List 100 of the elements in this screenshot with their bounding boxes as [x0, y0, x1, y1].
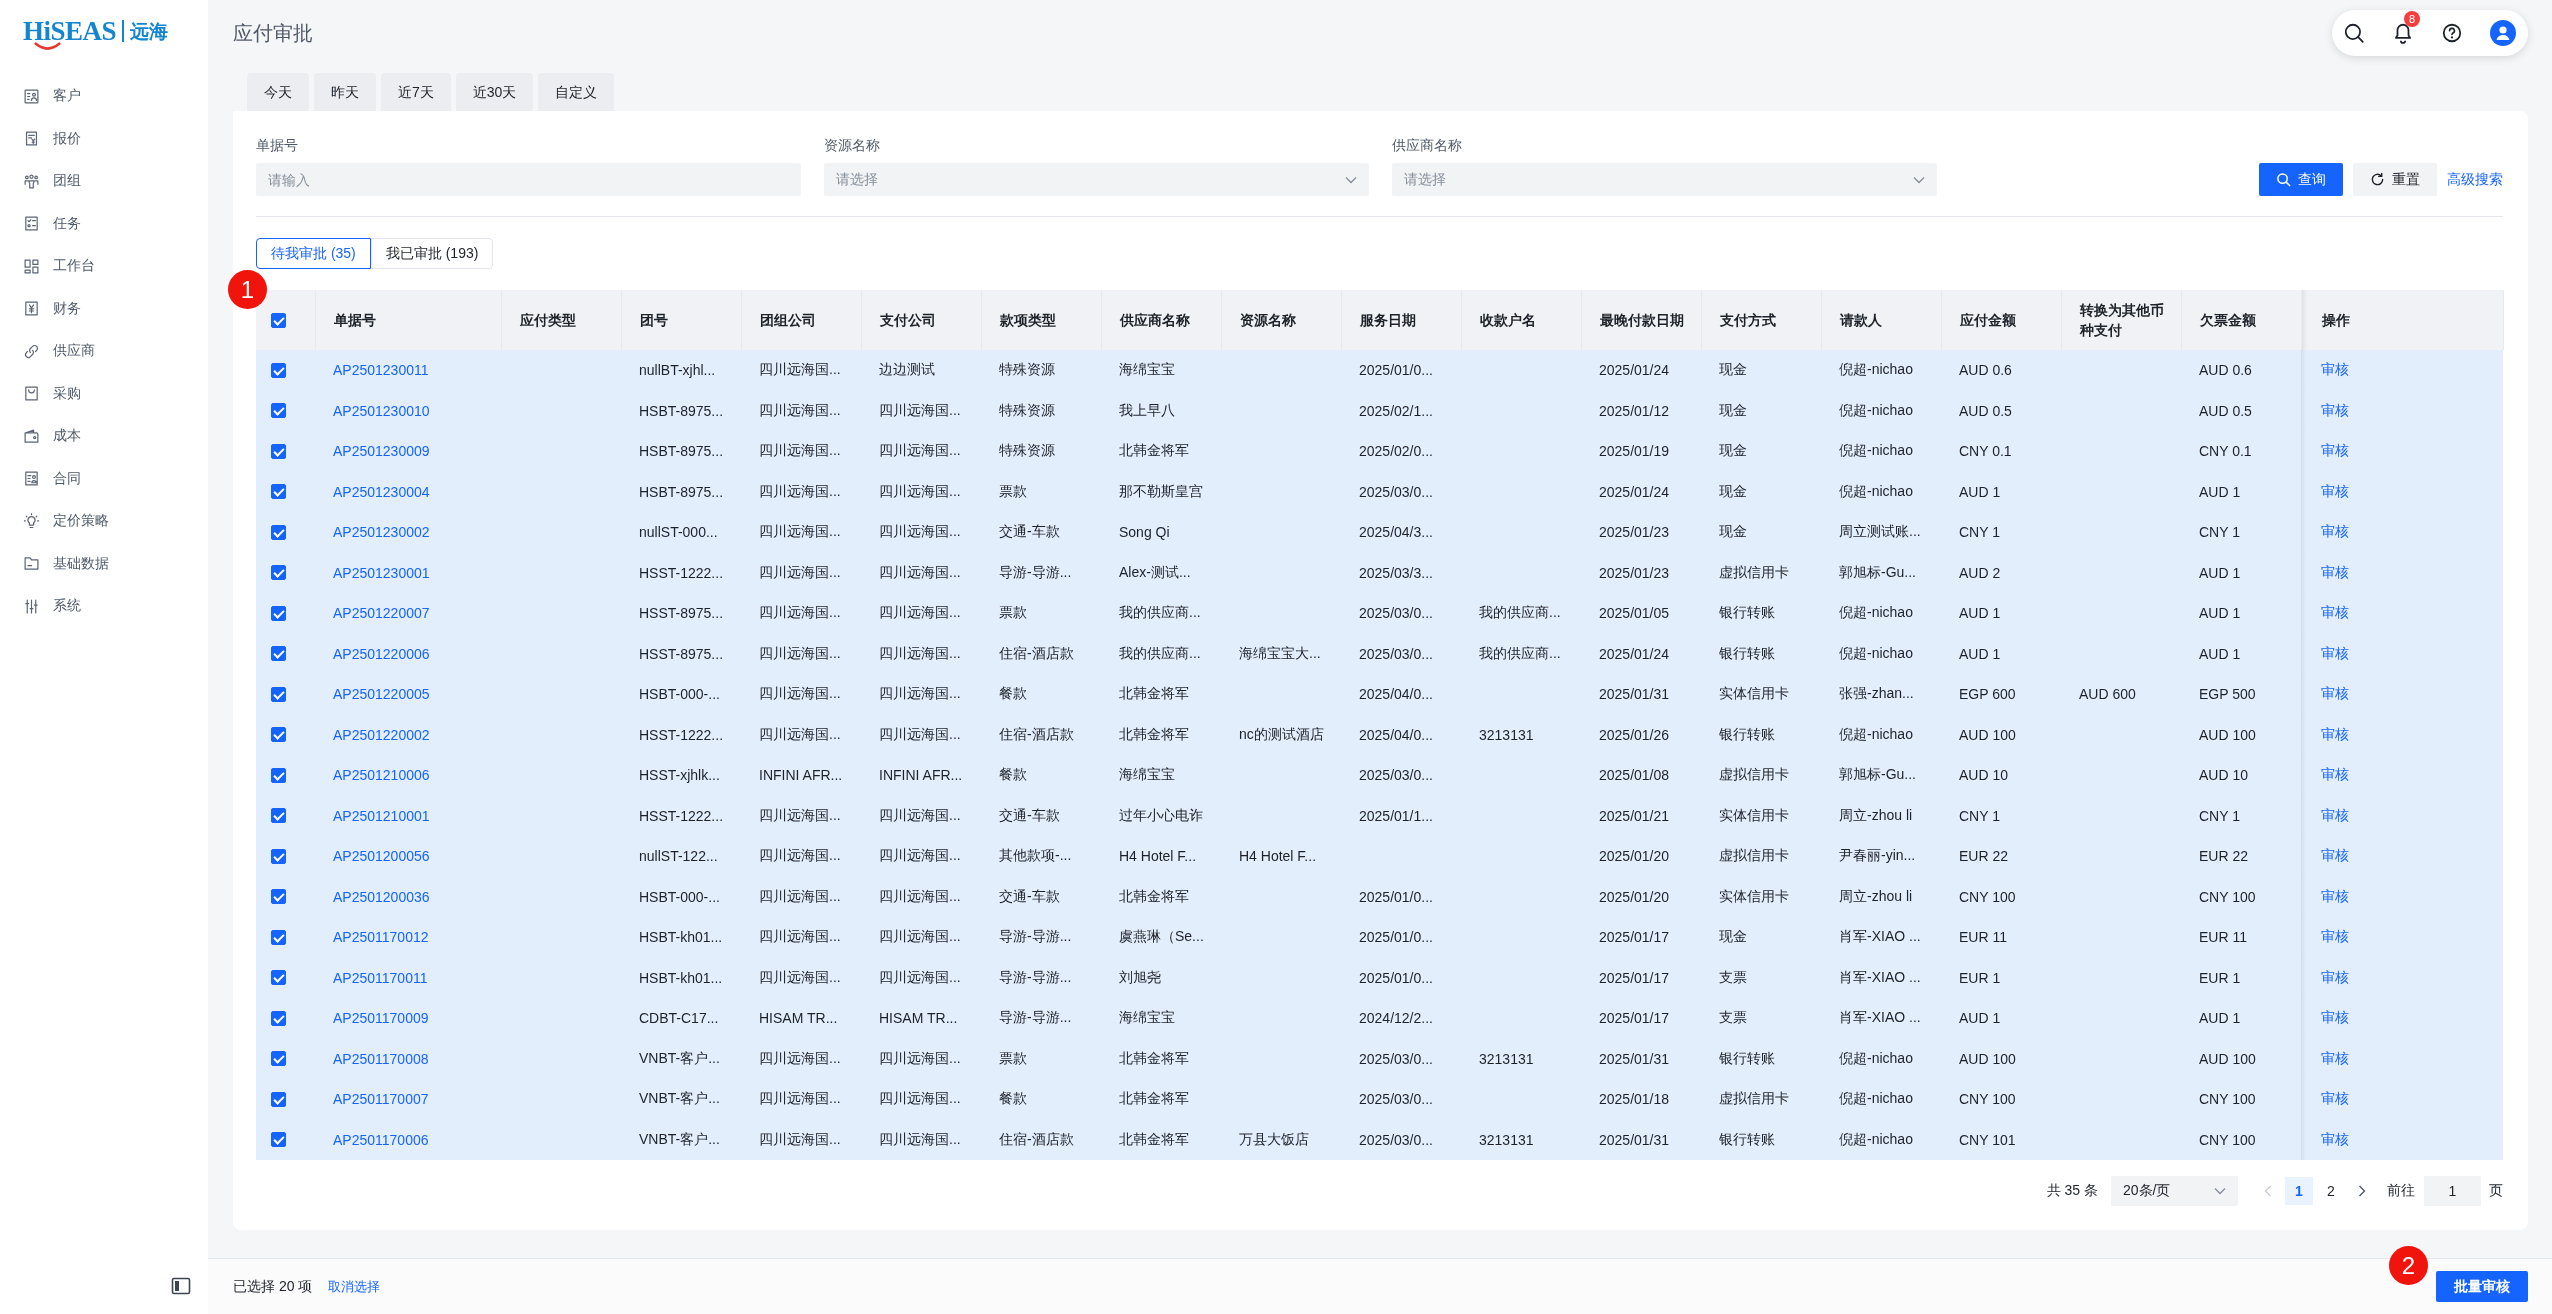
search-icon[interactable] [2343, 22, 2365, 44]
select-field[interactable]: 请选择 [1392, 163, 1937, 196]
sidebar-toggle-icon[interactable] [171, 1276, 191, 1296]
table-row[interactable]: AP2501170007 VNBT-客户... 四川远海国... 四川远海国... 餐款 北韩金将军 2025/03/0... 2025/01/18 虚拟信用卡 倪超-nichao CNY 100 CNY 100 审核 [256, 1079, 2503, 1120]
row-checkbox[interactable] [271, 889, 286, 905]
review-link[interactable]: 审核 [2321, 604, 2349, 621]
document-number-link[interactable]: AP2501170006 [333, 1131, 429, 1148]
row-checkbox[interactable] [271, 848, 286, 864]
table-row[interactable]: AP2501200056 nullST-122... 四川远海国... 四川远海国... 其他款项-... H4 Hotel F... H4 Hotel F... 2025/01/20 虚拟信用卡 尹春丽-yin... EUR 22 EUR 22 审核 [256, 836, 2503, 877]
chevron-right-icon[interactable] [2358, 1185, 2366, 1197]
document-number-link[interactable]: AP2501210001 [333, 807, 430, 824]
document-number-link[interactable]: AP2501220006 [333, 645, 430, 662]
table-row[interactable]: AP2501170006 VNBT-客户... 四川远海国... 四川远海国... 住宿-酒店款 北韩金将军 万县大饭店 2025/03/0... 3213131 2025/01/31 银行转账 倪超-nichao CNY 101 CNY 100 审核 [256, 1119, 2503, 1160]
page-number-input[interactable]: 1 [2424, 1176, 2481, 1206]
row-checkbox[interactable] [271, 808, 286, 824]
page-button[interactable]: 2 [2317, 1177, 2345, 1205]
row-checkbox[interactable] [271, 646, 286, 662]
document-number-link[interactable]: AP2501210006 [333, 767, 430, 784]
table-row[interactable]: AP2501210001 HSST-1222... 四川远海国... 四川远海国... 交通-车款 过年小心电诈 2025/01/1... 2025/01/21 实体信用卡 周立-zhou li CNY 1 CNY 1 审核 [256, 795, 2503, 836]
row-checkbox[interactable] [271, 1132, 286, 1148]
document-number-link[interactable]: AP2501230011 [333, 362, 429, 379]
document-number-link[interactable]: AP2501230002 [333, 524, 430, 541]
review-link[interactable]: 审核 [2321, 523, 2349, 540]
table-row[interactable]: AP2501170012 HSBT-kh01... 四川远海国... 四川远海国... 导游-导游... 虞燕琳（Se... 2025/01/0... 2025/01/17 现金 肖军-XIAO ... EUR 11 EUR 11 审核 [256, 917, 2503, 958]
document-number-link[interactable]: AP2501230001 [333, 564, 430, 581]
nav-item[interactable]: 合同 [0, 457, 208, 500]
nav-item[interactable]: 系统 [0, 585, 208, 628]
review-link[interactable]: 审核 [2321, 1009, 2349, 1026]
table-row[interactable]: AP2501230011 nullBT-xjhl... 四川远海国... 边边测试 特殊资源 海绵宝宝 2025/01/0... 2025/01/24 现金 倪超-nichao AUD 0.6 AUD 0.6 审核 [256, 350, 2503, 391]
row-checkbox[interactable] [271, 1051, 286, 1067]
row-checkbox[interactable] [271, 970, 286, 986]
nav-item[interactable]: 财务 [0, 287, 208, 330]
row-checkbox[interactable] [271, 524, 286, 540]
table-row[interactable]: AP2501220005 HSBT-000-... 四川远海国... 四川远海国... 餐款 北韩金将军 2025/04/0... 2025/01/31 实体信用卡 张强-zhan... EGP 600 AUD 600 EGP 500 审核 [256, 674, 2503, 715]
nav-item[interactable]: 定价策略 [0, 500, 208, 543]
document-number-link[interactable]: AP2501170009 [333, 1010, 429, 1027]
page-button[interactable]: 1 [2285, 1177, 2313, 1205]
nav-item[interactable]: 供应商 [0, 330, 208, 373]
review-link[interactable]: 审核 [2321, 1130, 2349, 1147]
date-tab[interactable]: 今天 [247, 73, 309, 111]
review-link[interactable]: 审核 [2321, 442, 2349, 459]
review-link[interactable]: 审核 [2321, 644, 2349, 661]
input-field[interactable]: 请输入 [256, 163, 801, 196]
review-link[interactable]: 审核 [2321, 887, 2349, 904]
document-number-link[interactable]: AP2501200036 [333, 888, 430, 905]
select-all-checkbox[interactable] [271, 312, 286, 328]
avatar-icon[interactable] [2490, 20, 2516, 46]
review-link[interactable]: 审核 [2321, 847, 2349, 864]
review-link[interactable]: 审核 [2321, 482, 2349, 499]
row-checkbox[interactable] [271, 403, 286, 419]
review-link[interactable]: 审核 [2321, 806, 2349, 823]
row-checkbox[interactable] [271, 443, 286, 459]
document-number-link[interactable]: AP2501220005 [333, 686, 430, 703]
table-row[interactable]: AP2501220006 HSST-8975... 四川远海国... 四川远海国... 住宿-酒店款 我的供应商... 海绵宝宝大... 2025/03/0... 我的供应商... 2025/01/24 银行转账 倪超-nichao AUD 1 AUD 1 审核 [256, 633, 2503, 674]
row-checkbox[interactable] [271, 1091, 286, 1107]
review-link[interactable]: 审核 [2321, 685, 2349, 702]
table-row[interactable]: AP2501170008 VNBT-客户... 四川远海国... 四川远海国... 票款 北韩金将军 2025/03/0... 3213131 2025/01/31 银行转账 倪超-nichao AUD 100 AUD 100 审核 [256, 1038, 2503, 1079]
date-tab[interactable]: 近7天 [381, 73, 451, 111]
row-checkbox[interactable] [271, 767, 286, 783]
review-link[interactable]: 审核 [2321, 563, 2349, 580]
table-row[interactable]: AP2501200036 HSBT-000-... 四川远海国... 四川远海国... 交通-车款 北韩金将军 2025/01/0... 2025/01/20 实体信用卡 周立-zhou li CNY 100 CNY 100 审核 [256, 876, 2503, 917]
row-checkbox[interactable] [271, 565, 286, 581]
nav-item[interactable]: 客户 [0, 75, 208, 118]
review-link[interactable]: 审核 [2321, 968, 2349, 985]
table-row[interactable]: AP2501230010 HSBT-8975... 四川远海国... 四川远海国... 特殊资源 我上早八 2025/02/1... 2025/01/12 现金 倪超-nichao AUD 0.5 AUD 0.5 审核 [256, 390, 2503, 431]
nav-item[interactable]: 成本 [0, 415, 208, 458]
table-row[interactable]: AP2501230004 HSBT-8975... 四川远海国... 四川远海国... 票款 那不勒斯皇宫 2025/03/0... 2025/01/24 现金 倪超-nichao AUD 1 AUD 1 审核 [256, 471, 2503, 512]
row-checkbox[interactable] [271, 727, 286, 743]
table-row[interactable]: AP2501210006 HSST-xjhlk... INFINI AFR... INFINI AFR... 餐款 海绵宝宝 2025/03/0... 2025/01/08 虚拟信用卡 郭旭标-Gu... AUD 10 AUD 10 审核 [256, 755, 2503, 796]
document-number-link[interactable]: AP2501230009 [333, 443, 430, 460]
review-link[interactable]: 审核 [2321, 401, 2349, 418]
review-link[interactable]: 审核 [2321, 928, 2349, 945]
table-row[interactable]: AP2501220007 HSST-8975... 四川远海国... 四川远海国... 票款 我的供应商... 2025/03/0... 我的供应商... 2025/01/05 银行转账 倪超-nichao AUD 1 AUD 1 审核 [256, 593, 2503, 634]
document-number-link[interactable]: AP2501230010 [333, 402, 430, 419]
help-icon[interactable] [2441, 22, 2463, 44]
document-number-link[interactable]: AP2501230004 [333, 483, 430, 500]
table-row[interactable]: AP2501170011 HSBT-kh01... 四川远海国... 四川远海国... 导游-导游... 刘旭尧 2025/01/0... 2025/01/17 支票 肖军-XIAO ... EUR 1 EUR 1 审核 [256, 957, 2503, 998]
date-tab[interactable]: 自定义 [538, 73, 615, 111]
document-number-link[interactable]: AP2501200056 [333, 848, 430, 865]
clear-selection-link[interactable]: 取消选择 [328, 1277, 381, 1296]
document-number-link[interactable]: AP2501170011 [333, 969, 428, 986]
review-link[interactable]: 审核 [2321, 1090, 2349, 1107]
review-link[interactable]: 审核 [2321, 1049, 2349, 1066]
row-checkbox[interactable] [271, 605, 286, 621]
row-checkbox[interactable] [271, 1010, 286, 1026]
nav-item[interactable]: 任务 [0, 202, 208, 245]
batch-review-button[interactable]: 批量审核 [2436, 1271, 2528, 1302]
document-number-link[interactable]: AP2501170012 [333, 929, 429, 946]
nav-item[interactable]: 工作台 [0, 245, 208, 288]
row-checkbox[interactable] [271, 929, 286, 945]
select-field[interactable]: 请选择 [824, 163, 1369, 196]
status-tab[interactable]: 待我审批 (35) [256, 238, 371, 269]
document-number-link[interactable]: AP2501220002 [333, 726, 430, 743]
bell-icon[interactable] [2392, 22, 2414, 44]
review-link[interactable]: 审核 [2321, 361, 2349, 378]
table-row[interactable]: AP2501230002 nullST-000... 四川远海国... 四川远海国... 交通-车款 Song Qi 2025/04/3... 2025/01/23 现金 周立测试账... CNY 1 CNY 1 审核 [256, 512, 2503, 553]
nav-item[interactable]: 采购 [0, 372, 208, 415]
advanced-search-link[interactable]: 高级搜索 [2447, 170, 2503, 189]
row-checkbox[interactable] [271, 686, 286, 702]
page-size-select[interactable]: 20条/页 [2111, 1176, 2238, 1206]
